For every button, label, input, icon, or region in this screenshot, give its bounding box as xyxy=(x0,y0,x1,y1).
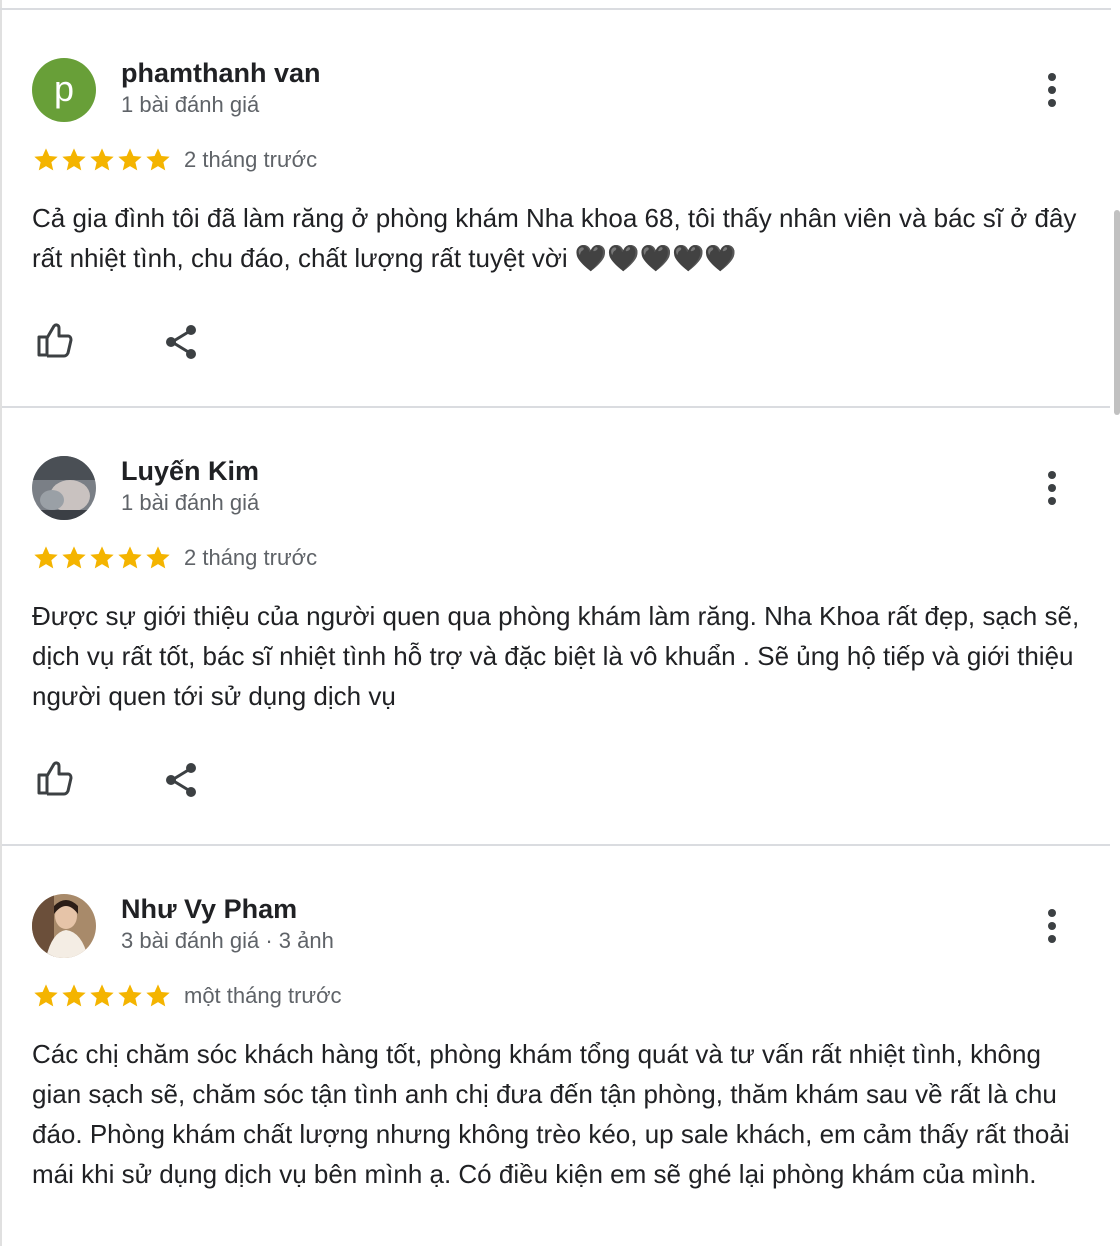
share-icon xyxy=(166,325,196,359)
review-divider xyxy=(2,844,1110,846)
more-vert-icon xyxy=(1048,73,1056,81)
more-vert-icon-dot xyxy=(1048,922,1056,930)
more-vert-icon-dot xyxy=(1048,86,1056,94)
like-button[interactable] xyxy=(34,758,74,798)
star-rating xyxy=(32,146,172,174)
star-icon xyxy=(90,546,114,569)
more-vert-icon-dot xyxy=(1048,935,1056,943)
reviewer-meta: 1 bài đánh giá xyxy=(121,92,260,117)
reviewer-name[interactable]: Như Vy Pham xyxy=(121,894,297,925)
star-rating xyxy=(32,544,172,572)
star-icon xyxy=(90,148,114,171)
star-icon xyxy=(62,546,86,569)
star-icon xyxy=(146,546,170,569)
scrollbar-track[interactable] xyxy=(1111,0,1120,1246)
avatar-photo xyxy=(32,456,96,520)
share-button[interactable] xyxy=(162,760,202,800)
more-options-button[interactable] xyxy=(1036,906,1068,946)
review-time: 2 tháng trước xyxy=(184,147,318,172)
avatar[interactable]: p xyxy=(32,58,96,122)
thumb-up-icon xyxy=(37,323,73,358)
review-text: Được sự giới thiệu của người quen qua ph… xyxy=(32,601,1080,711)
star-icon xyxy=(146,984,170,1007)
reviewer-meta: 3 bài đánh giá · 3 ảnh xyxy=(121,928,334,953)
reviewer-name[interactable]: phamthanh van xyxy=(121,58,321,89)
scrollbar-thumb[interactable] xyxy=(1114,210,1120,415)
star-icon xyxy=(34,546,58,569)
star-icon xyxy=(34,984,58,1007)
star-rating xyxy=(32,982,172,1010)
star-icon xyxy=(118,546,142,569)
share-icon xyxy=(166,763,196,797)
star-icon xyxy=(34,148,58,171)
top-divider xyxy=(0,8,1111,10)
star-icon xyxy=(118,984,142,1007)
more-vert-icon xyxy=(1048,471,1056,479)
review-text: Các chị chăm sóc khách hàng tốt, phòng k… xyxy=(32,1039,1070,1189)
more-vert-icon xyxy=(1048,909,1056,917)
avatar[interactable] xyxy=(32,894,96,958)
more-vert-icon-dot xyxy=(1048,497,1056,505)
star-icon xyxy=(146,148,170,171)
star-icon xyxy=(118,148,142,171)
review-time: 2 tháng trước xyxy=(184,545,318,570)
reviewer-meta: 1 bài đánh giá xyxy=(121,490,260,515)
avatar-photo xyxy=(32,894,96,958)
review-time: một tháng trước xyxy=(184,983,342,1008)
like-button[interactable] xyxy=(34,320,74,360)
star-icon xyxy=(90,984,114,1007)
star-icon xyxy=(62,984,86,1007)
share-button[interactable] xyxy=(162,322,202,362)
reviewer-name[interactable]: Luyến Kim xyxy=(121,456,259,487)
thumb-up-icon xyxy=(37,761,73,796)
review-text: Cả gia đình tôi đã làm răng ở phòng khám… xyxy=(32,203,1077,273)
star-icon xyxy=(62,148,86,171)
review-divider xyxy=(2,406,1110,408)
avatar[interactable] xyxy=(32,456,96,520)
more-options-button[interactable] xyxy=(1036,70,1068,110)
more-vert-icon-dot xyxy=(1048,99,1056,107)
more-vert-icon-dot xyxy=(1048,484,1056,492)
more-options-button[interactable] xyxy=(1036,468,1068,508)
